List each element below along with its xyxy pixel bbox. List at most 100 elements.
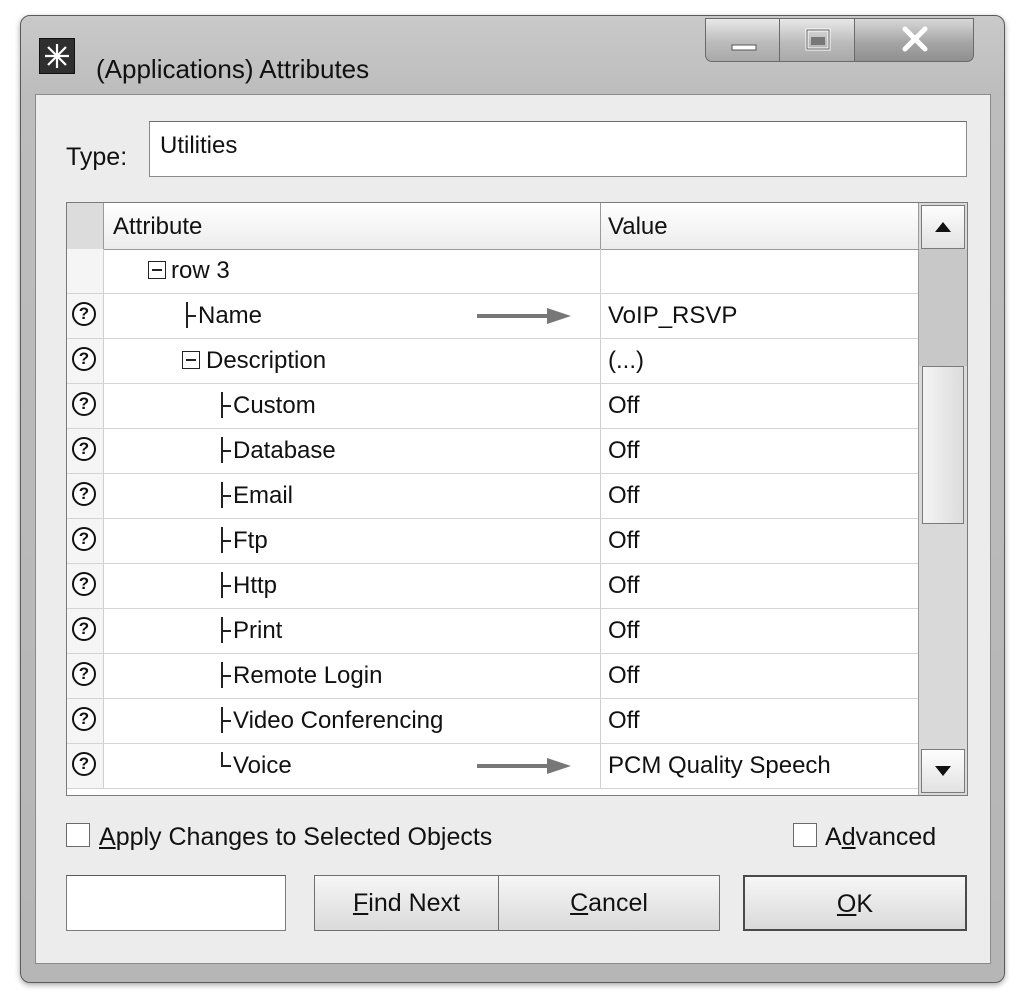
help-icon[interactable]: ?: [72, 752, 96, 776]
type-label: Type:: [66, 143, 128, 171]
minimize-button[interactable]: [705, 18, 780, 62]
find-next-button[interactable]: Find Next: [314, 875, 499, 931]
tree-line: [221, 405, 231, 407]
table-row[interactable]: row 3: [67, 249, 918, 294]
table-row[interactable]: ? Name VoIP_RSVP: [67, 294, 918, 339]
attribute-name: row 3: [171, 257, 230, 284]
table-row[interactable]: ? Description (...): [67, 339, 918, 384]
tree-line: [221, 720, 231, 722]
table-row[interactable]: ? Database Off: [67, 429, 918, 474]
scroll-thumb[interactable]: [922, 366, 964, 524]
attribute-value[interactable]: Off: [608, 662, 640, 690]
help-icon[interactable]: ?: [72, 392, 96, 416]
advanced-checkbox[interactable]: [793, 823, 817, 847]
tree-line: [221, 675, 231, 677]
apply-changes-label[interactable]: Apply Changes to Selected Objects: [99, 823, 492, 852]
row-gutter: ?: [67, 654, 104, 698]
help-icon[interactable]: ?: [72, 572, 96, 596]
help-icon[interactable]: ?: [72, 527, 96, 551]
attribute-value[interactable]: Off: [608, 527, 640, 555]
row-gutter: ?: [67, 564, 104, 608]
cell-divider: [600, 699, 601, 743]
column-header-attribute[interactable]: Attribute: [113, 213, 202, 241]
column-divider[interactable]: [600, 203, 601, 249]
cell-divider: [600, 294, 601, 338]
tree-line: [221, 450, 231, 452]
table-row[interactable]: ? Voice PCM Quality Speech: [67, 744, 918, 789]
help-icon[interactable]: ?: [72, 617, 96, 641]
triangle-down-icon: [935, 766, 951, 776]
scroll-down-button[interactable]: [921, 749, 965, 793]
table-row[interactable]: ? Email Off: [67, 474, 918, 519]
attribute-value[interactable]: Off: [608, 617, 640, 645]
table-row[interactable]: ? Print Off: [67, 609, 918, 654]
attribute-value[interactable]: VoIP_RSVP: [608, 302, 737, 330]
attribute-name: Ftp: [233, 527, 268, 554]
help-icon[interactable]: ?: [72, 302, 96, 326]
window-controls: [705, 18, 995, 62]
table-row[interactable]: ? Http Off: [67, 564, 918, 609]
row-gutter: ?: [67, 744, 104, 788]
attribute-value[interactable]: Off: [608, 392, 640, 420]
collapse-icon[interactable]: [148, 261, 166, 279]
row-gutter: [67, 249, 104, 293]
attribute-value[interactable]: Off: [608, 437, 640, 465]
table-row[interactable]: ? Custom Off: [67, 384, 918, 429]
tree-line: [221, 765, 231, 767]
table-row[interactable]: ? Ftp Off: [67, 519, 918, 564]
cancel-button[interactable]: Cancel: [498, 875, 720, 931]
attribute-value[interactable]: Off: [608, 482, 640, 510]
help-icon[interactable]: ?: [72, 482, 96, 506]
attribute-value[interactable]: (...): [608, 347, 644, 375]
ok-button[interactable]: OK: [743, 875, 967, 931]
row-gutter: ?: [67, 339, 104, 383]
cell-divider: [600, 519, 601, 563]
attribute-name: Description: [206, 347, 327, 374]
attribute-value[interactable]: Off: [608, 572, 640, 600]
cell-divider: [600, 249, 601, 293]
row-gutter: ?: [67, 474, 104, 518]
attribute-name: Http: [233, 572, 278, 599]
cell-divider: [600, 654, 601, 698]
attribute-name: Video Conferencing: [233, 707, 444, 734]
apply-changes-checkbox[interactable]: [66, 823, 90, 847]
tree-line: [221, 540, 231, 542]
scroll-up-button[interactable]: [921, 205, 965, 249]
help-icon[interactable]: ?: [72, 662, 96, 686]
window-title: (Applications) Attributes: [96, 54, 370, 84]
minimize-icon: [731, 44, 757, 51]
collapse-icon[interactable]: [182, 351, 200, 369]
help-icon[interactable]: ?: [72, 347, 96, 371]
row-gutter: ?: [67, 384, 104, 428]
table-row[interactable]: ? Remote Login Off: [67, 654, 918, 699]
help-icon[interactable]: ?: [72, 707, 96, 731]
cell-divider: [600, 474, 601, 518]
cell-divider: [600, 339, 601, 383]
find-input[interactable]: [66, 875, 286, 931]
attribute-value[interactable]: Off: [608, 707, 640, 735]
close-button[interactable]: [854, 18, 974, 62]
maximize-button[interactable]: [779, 18, 855, 62]
attribute-name: Print: [233, 617, 283, 644]
close-icon: [902, 26, 928, 52]
vertical-scrollbar[interactable]: [918, 203, 967, 795]
tree-line: [221, 585, 231, 587]
starburst-icon: [39, 38, 75, 74]
attribute-value[interactable]: PCM Quality Speech: [608, 752, 831, 780]
attribute-name: Email: [233, 482, 294, 509]
row-gutter: ?: [67, 429, 104, 473]
attribute-name: Voice: [233, 752, 292, 779]
cell-divider: [600, 564, 601, 608]
attribute-table: Attribute Value row 3 ? Name VoIP_RSVP ?…: [66, 202, 968, 796]
advanced-label[interactable]: Advanced: [825, 823, 936, 852]
tree-line: [186, 315, 196, 317]
maximize-icon: [805, 28, 831, 51]
attribute-name: Custom: [233, 392, 316, 419]
table-row[interactable]: ? Video Conferencing Off: [67, 699, 918, 744]
column-header-value[interactable]: Value: [608, 213, 668, 241]
tree-line: [221, 495, 231, 497]
help-icon[interactable]: ?: [72, 437, 96, 461]
type-field[interactable]: Utilities: [149, 121, 967, 177]
tree-line: [221, 630, 231, 632]
scroll-track[interactable]: [919, 249, 967, 366]
